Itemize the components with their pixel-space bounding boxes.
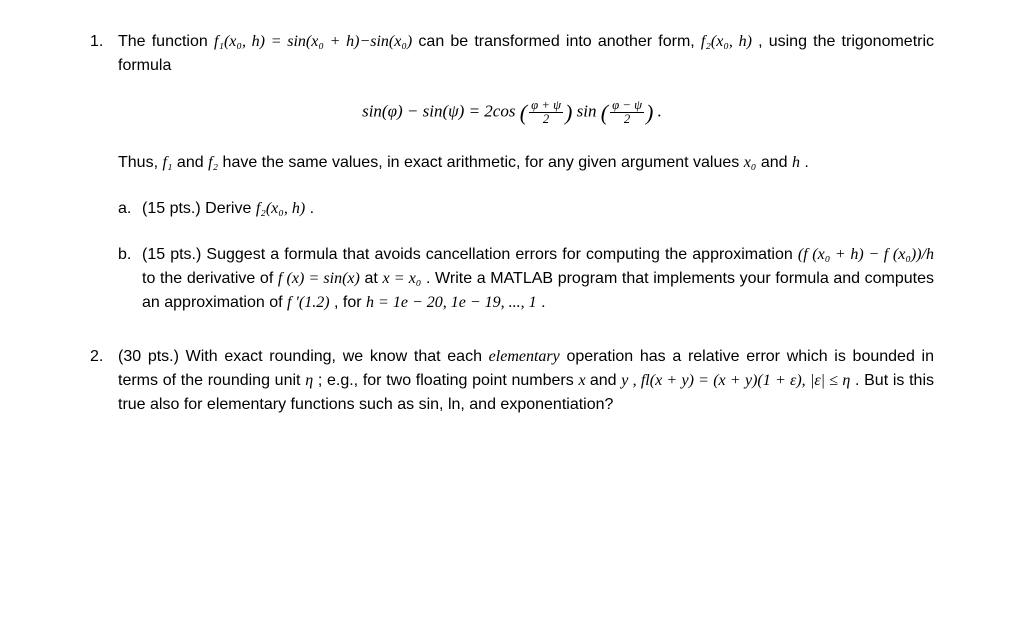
problem-1-body: The function f₁(x₀, h) = sin(x₀ + h)−sin… bbox=[118, 30, 934, 78]
problem-2-body: (30 pts.) With exact rounding, we know t… bbox=[118, 345, 934, 417]
paren-open: ( bbox=[601, 100, 608, 125]
text: can be transformed into another form, bbox=[412, 33, 701, 50]
text: . bbox=[800, 154, 809, 171]
math: f₂(x₀, h) bbox=[256, 200, 305, 217]
math-f1: f₁ bbox=[162, 154, 172, 171]
text: (15 pts.) Suggest a formula that avoids … bbox=[142, 246, 798, 263]
elementary-italic: elementary bbox=[489, 348, 560, 365]
thus-paragraph: Thus, f₁ and f₂ have the same values, in… bbox=[118, 151, 934, 175]
paren-open: ( bbox=[520, 100, 527, 125]
math-x: x bbox=[578, 372, 589, 389]
math: x = x₀ bbox=[382, 270, 421, 287]
math-x0: x₀ bbox=[744, 154, 757, 171]
problem-1: 1. The function f₁(x₀, h) = sin(x₀ + h)−… bbox=[90, 30, 934, 315]
text: and bbox=[590, 372, 621, 389]
text: The function bbox=[118, 33, 214, 50]
text: . bbox=[537, 294, 546, 311]
trig-formula: sin(φ) − sin(ψ) = 2cos (φ + ψ2) sin (φ −… bbox=[90, 96, 934, 129]
text: . bbox=[305, 200, 314, 217]
math: (f (x₀ + h) − f (x₀))/h bbox=[798, 246, 934, 263]
frac2-num: φ − ψ bbox=[610, 99, 644, 112]
math-f2-ref: f₂(x₀, h) bbox=[701, 33, 752, 50]
math-f1-def: f₁(x₀, h) = sin(x₀ + h)−sin(x₀) bbox=[214, 33, 412, 50]
part-b-letter: b. bbox=[118, 243, 142, 315]
text: and bbox=[756, 154, 792, 171]
fraction-1: φ + ψ2 bbox=[529, 99, 563, 127]
formula-end: . bbox=[653, 101, 662, 120]
problem-2-intro: 2. (30 pts.) With exact rounding, we kno… bbox=[90, 345, 934, 417]
text: to the derivative of bbox=[142, 270, 278, 287]
formula-lhs: sin(φ) − sin(ψ) = 2cos bbox=[362, 101, 520, 120]
part-a: a. (15 pts.) Derive f₂(x₀, h) . bbox=[118, 197, 934, 221]
part-a-letter: a. bbox=[118, 197, 142, 221]
text: , for bbox=[330, 294, 366, 311]
frac2-den: 2 bbox=[610, 112, 644, 126]
text: ; e.g., for two floating point numbers bbox=[313, 372, 578, 389]
formula-mid: sin bbox=[572, 101, 600, 120]
problem-1-intro: 1. The function f₁(x₀, h) = sin(x₀ + h)−… bbox=[90, 30, 934, 78]
math-eta: η bbox=[305, 372, 313, 389]
math: f (x) = sin(x) bbox=[278, 270, 360, 287]
problem-2: 2. (30 pts.) With exact rounding, we kno… bbox=[90, 345, 934, 417]
problem-2-number: 2. bbox=[90, 345, 118, 417]
math-h: h bbox=[792, 154, 800, 171]
frac1-num: φ + ψ bbox=[529, 99, 563, 112]
part-b: b. (15 pts.) Suggest a formula that avoi… bbox=[118, 243, 934, 315]
math-f2: f₂ bbox=[208, 154, 218, 171]
part-a-body: (15 pts.) Derive f₂(x₀, h) . bbox=[142, 197, 934, 221]
math: f ′(1.2) bbox=[287, 294, 330, 311]
text: and bbox=[172, 154, 208, 171]
text: (15 pts.) Derive bbox=[142, 200, 256, 217]
text: Thus, bbox=[118, 154, 162, 171]
frac1-den: 2 bbox=[529, 112, 563, 126]
math-fl: y , fl(x + y) = (x + y)(1 + ε), |ε| ≤ η bbox=[621, 372, 850, 389]
text: at bbox=[360, 270, 383, 287]
fraction-2: φ − ψ2 bbox=[610, 99, 644, 127]
math: h = 1e − 20, 1e − 19, ..., 1 bbox=[366, 294, 537, 311]
text: (30 pts.) With exact rounding, we know t… bbox=[118, 348, 489, 365]
part-b-body: (15 pts.) Suggest a formula that avoids … bbox=[142, 243, 934, 315]
text: have the same values, in exact arithmeti… bbox=[218, 154, 744, 171]
problem-1-number: 1. bbox=[90, 30, 118, 78]
